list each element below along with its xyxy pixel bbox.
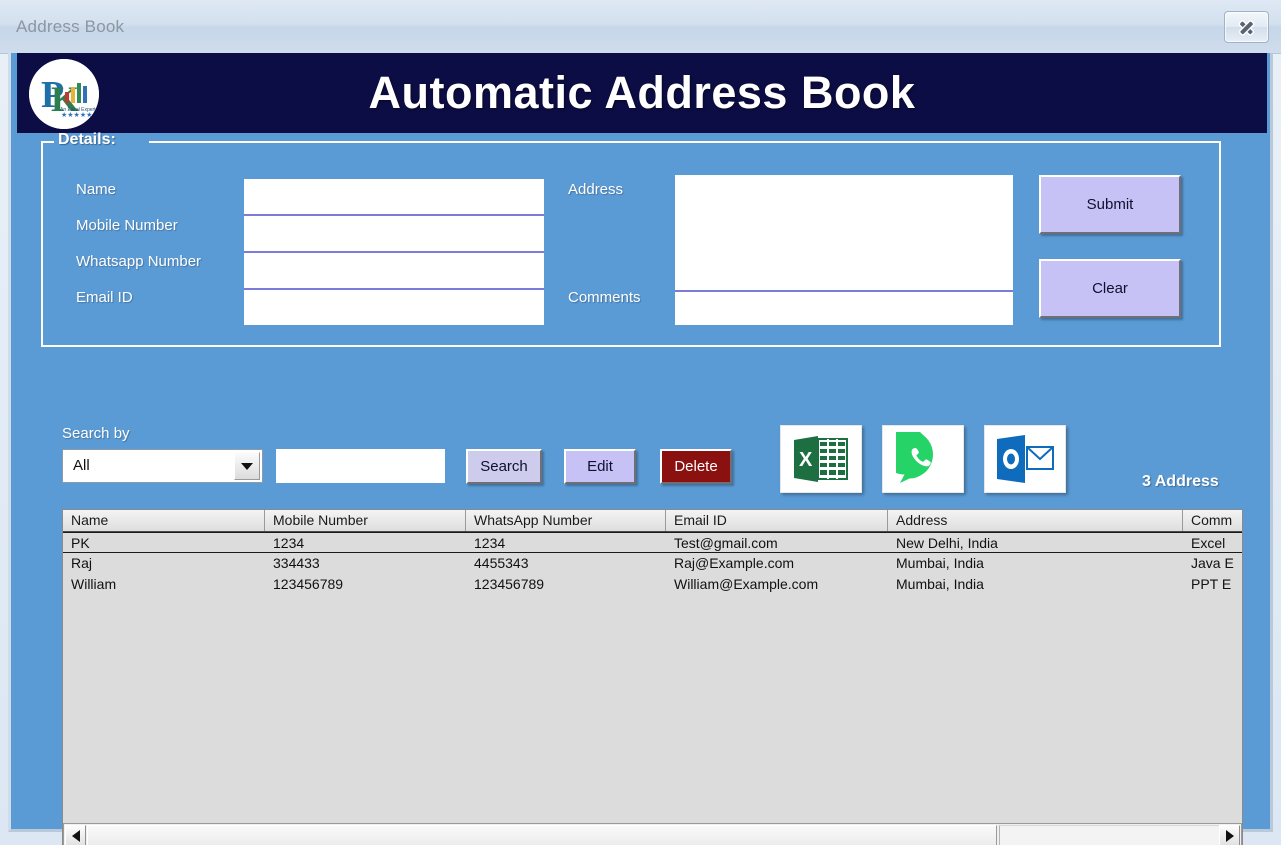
outlook-email-icon (997, 435, 1054, 483)
cell-comments: Excel (1191, 535, 1226, 551)
close-icon (1239, 20, 1254, 35)
form-body: P K An Excel Expert ★★★★★ Automatic Addr… (8, 53, 1273, 845)
search-button[interactable]: Search (466, 449, 542, 484)
cell-email: William@Example.com (674, 576, 819, 592)
cell-name: William (71, 576, 117, 592)
cell-whatsapp: 4455343 (474, 555, 529, 571)
delete-button[interactable]: Delete (660, 449, 732, 484)
app-banner: P K An Excel Expert ★★★★★ Automatic Addr… (17, 53, 1267, 133)
column-header-whatsapp[interactable]: WhatsApp Number (466, 510, 666, 531)
scrollbar-thumb[interactable] (87, 825, 997, 845)
clear-button[interactable]: Clear (1039, 259, 1181, 318)
cell-name: PK (71, 535, 90, 551)
cell-address: Mumbai, India (896, 555, 984, 571)
label-address: Address (568, 181, 624, 198)
column-header-name[interactable]: Name (63, 510, 265, 531)
arrow-right-icon (1225, 829, 1234, 842)
search-by-value: All (73, 457, 90, 474)
whatsapp-number-input[interactable] (244, 253, 544, 288)
svg-text:X: X (799, 449, 813, 471)
window-title: Address Book (16, 17, 125, 36)
details-group-label: Details: (58, 131, 116, 148)
cell-address: Mumbai, India (896, 576, 984, 592)
column-header-comments[interactable]: Comm (1183, 510, 1242, 531)
address-input[interactable] (675, 175, 1013, 290)
column-header-mobile[interactable]: Mobile Number (265, 510, 466, 531)
cell-email: Test@gmail.com (674, 535, 778, 551)
scrollbar-track[interactable] (999, 825, 1220, 845)
label-email-id: Email ID (76, 289, 133, 306)
table-row[interactable]: William 123456789 123456789 William@Exam… (63, 574, 1242, 595)
address-list[interactable]: Name Mobile Number WhatsApp Number Email… (62, 509, 1243, 845)
label-mobile-number: Mobile Number (76, 217, 178, 234)
close-button[interactable] (1224, 11, 1269, 43)
search-by-label: Search by (62, 425, 130, 442)
page-title: Automatic Address Book (368, 67, 916, 118)
address-book-window: Address Book P K An Excel Expert ★★★★★ (0, 0, 1281, 845)
send-outlook-email-button[interactable] (984, 425, 1066, 493)
cell-name: Raj (71, 555, 93, 571)
scroll-left-button[interactable] (65, 825, 86, 845)
column-header-email[interactable]: Email ID (666, 510, 888, 531)
table-row[interactable]: PK 1234 1234 Test@gmail.com New Delhi, I… (63, 532, 1242, 553)
export-to-excel-button[interactable]: X (780, 425, 862, 493)
arrow-left-icon (71, 829, 80, 842)
address-count-label: 3 Address (1142, 473, 1219, 490)
cell-address: New Delhi, India (896, 535, 998, 551)
scroll-right-button[interactable] (1219, 825, 1240, 845)
send-whatsapp-button[interactable] (882, 425, 964, 493)
cell-email: Raj@Example.com (674, 555, 795, 571)
whatsapp-icon (896, 432, 933, 483)
label-whatsapp-number: Whatsapp Number (76, 253, 202, 270)
table-row[interactable]: Raj 334433 4455343 Raj@Example.com Mumba… (63, 553, 1242, 574)
edit-button[interactable]: Edit (564, 449, 636, 484)
search-by-dropdown[interactable]: All (62, 449, 263, 483)
comments-input[interactable] (675, 292, 1013, 325)
horizontal-scrollbar[interactable] (63, 823, 1242, 845)
submit-button[interactable]: Submit (1039, 175, 1181, 234)
cell-whatsapp: 1234 (474, 535, 506, 551)
table-header-row: Name Mobile Number WhatsApp Number Email… (63, 510, 1242, 532)
column-header-address[interactable]: Address (888, 510, 1183, 531)
label-name: Name (76, 181, 117, 198)
mobile-number-input[interactable] (244, 216, 544, 251)
search-input[interactable] (276, 449, 445, 483)
window-titlebar: Address Book (0, 0, 1281, 54)
label-comments: Comments (568, 289, 641, 306)
email-id-input[interactable] (244, 290, 544, 325)
cell-mobile: 334433 (273, 555, 320, 571)
cell-mobile: 1234 (273, 535, 305, 551)
cell-comments: Java E (1191, 555, 1234, 571)
excel-export-icon: X (794, 436, 848, 482)
cell-mobile: 123456789 (273, 576, 344, 592)
cell-whatsapp: 123456789 (474, 576, 545, 592)
chevron-down-icon[interactable] (234, 452, 260, 480)
cell-comments: PPT E (1191, 576, 1232, 592)
name-input[interactable] (244, 179, 544, 214)
